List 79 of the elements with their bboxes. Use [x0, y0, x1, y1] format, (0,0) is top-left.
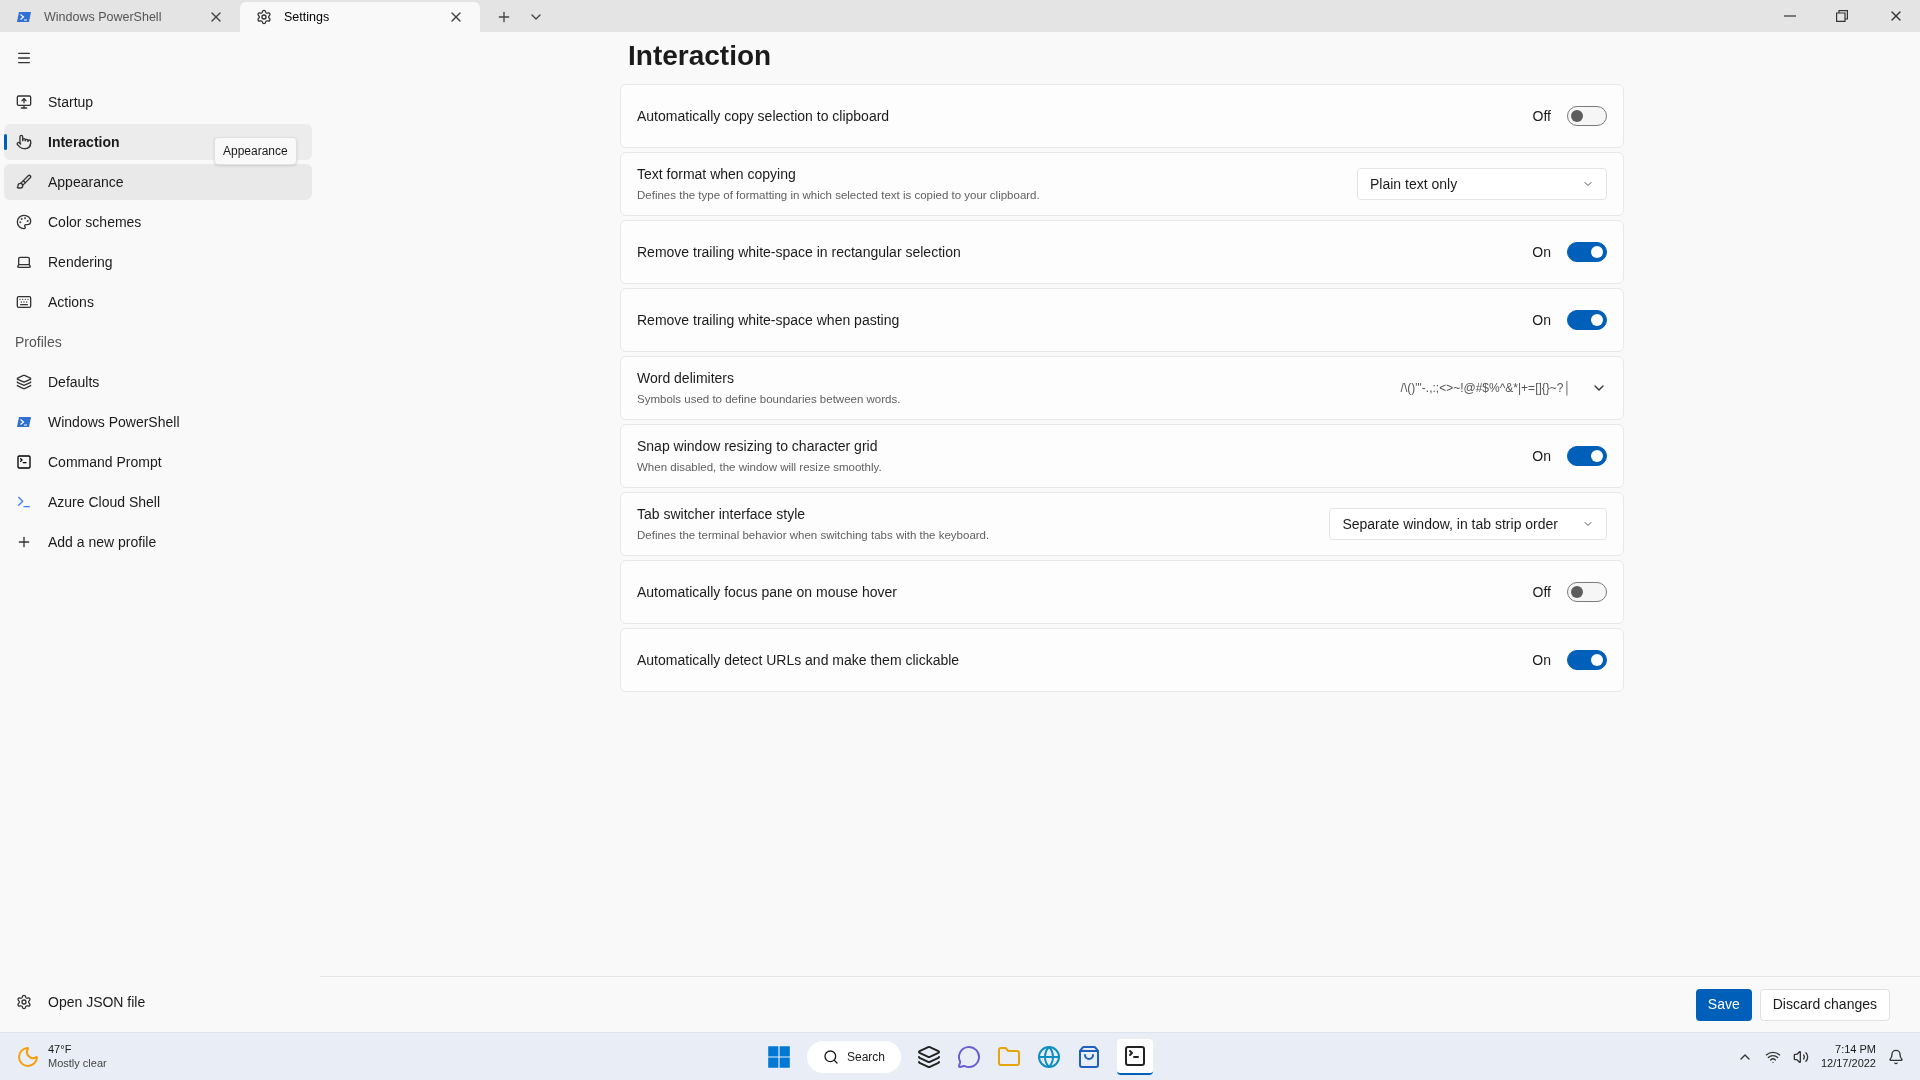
dropdown[interactable]: Plain text only	[1357, 168, 1607, 200]
discard-button[interactable]: Discard changes	[1759, 988, 1890, 1021]
toggle-state-label: Off	[1532, 106, 1551, 126]
new-tab-icon[interactable]	[496, 9, 512, 25]
toggle-switch[interactable]	[1567, 446, 1607, 466]
terminal-icon	[16, 454, 32, 470]
tooltip: Appearance	[214, 137, 297, 165]
nav-item[interactable]: Rendering	[4, 244, 312, 280]
windows-icon[interactable]	[767, 1044, 791, 1069]
setting-description: Symbols used to define boundaries between words.	[637, 391, 902, 407]
menu-icon[interactable]	[16, 50, 32, 66]
startup-icon	[16, 94, 32, 110]
nav-item[interactable]: Azure Cloud Shell	[4, 484, 312, 520]
toggle-switch[interactable]	[1567, 582, 1607, 602]
toggle-switch[interactable]	[1567, 242, 1607, 262]
nav-item[interactable]: Open JSON file	[4, 984, 312, 1020]
volume-icon[interactable]	[1792, 1048, 1809, 1065]
selection-indicator	[4, 134, 7, 150]
nav-item[interactable]: Defaults	[4, 364, 312, 400]
setting-label: Snap window resizing to character grid	[637, 436, 879, 456]
delimiter-value: /\()"'-.,:;<>~!@#$%^&*|+=[]{}~?│	[1400, 380, 1571, 397]
toggle-switch[interactable]	[1567, 310, 1607, 330]
terminal-icon	[16, 414, 32, 430]
setting-label: Remove trailing white-space in rectangular selection	[637, 242, 962, 262]
setting-label: Tab switcher interface style	[637, 504, 807, 524]
toggle-switch[interactable]	[1567, 650, 1607, 670]
toggle-state-label: On	[1532, 310, 1551, 330]
weather-condition: Mostly clear	[48, 1056, 107, 1071]
setting-label: Automatically copy selection to clipboard	[637, 106, 891, 126]
settings-icon	[256, 9, 272, 25]
restore-icon[interactable]	[1836, 10, 1848, 22]
toggle-state-label: Off	[1532, 582, 1551, 602]
pointer-icon	[16, 134, 32, 150]
clock-time: 7:14 PM	[1835, 1042, 1876, 1057]
terminal-icon	[16, 494, 32, 510]
setting-description: Defines the type of formatting in which selected text is copied to your clipboard.	[637, 187, 1041, 203]
brush-icon	[16, 174, 32, 190]
nav-item[interactable]: Actions	[4, 284, 312, 320]
setting-label: Word delimiters	[637, 368, 735, 388]
browser-icon[interactable]	[1037, 1044, 1061, 1069]
toggle-switch[interactable]	[1567, 106, 1607, 126]
layers-icon	[16, 374, 32, 390]
dropdown[interactable]: Separate window, in tab strip order	[1329, 508, 1607, 540]
section-heading: Profiles	[14, 332, 63, 352]
tab-title: Settings	[284, 8, 331, 26]
notification-icon[interactable]	[1888, 1048, 1904, 1065]
tab[interactable]: Settings	[240, 2, 480, 32]
chat-icon[interactable]	[957, 1044, 981, 1069]
toggle-state-label: On	[1532, 242, 1551, 262]
nav-item[interactable]: Command Prompt	[4, 444, 312, 480]
palette-icon	[16, 214, 32, 230]
laptop-icon	[16, 254, 32, 270]
terminal-icon	[16, 9, 32, 25]
weather-temperature: 47°F	[48, 1042, 73, 1057]
nav-item[interactable]: Color schemes	[4, 204, 312, 240]
nav-item[interactable]: Windows PowerShell	[4, 404, 312, 440]
search-icon	[823, 1048, 839, 1065]
setting-label: Automatically detect URLs and make them clickable	[637, 650, 961, 670]
page-title: Interaction	[627, 39, 773, 73]
toggle-state-label: On	[1532, 650, 1551, 670]
terminal-taskbar-icon[interactable]	[1117, 1038, 1153, 1075]
tab-title: Windows PowerShell	[44, 8, 163, 26]
setting-label: Remove trailing white-space when pasting	[637, 310, 901, 330]
search-button[interactable]: Search	[807, 1040, 901, 1073]
setting-label: Automatically focus pane on mouse hover	[637, 582, 898, 602]
nav-item[interactable]: Startup	[4, 84, 312, 120]
store-icon[interactable]	[1077, 1044, 1101, 1069]
settings-icon	[16, 994, 32, 1010]
toggle-state-label: On	[1532, 446, 1551, 466]
nav-item[interactable]: Appearance	[4, 164, 312, 200]
task-view-icon[interactable]	[917, 1044, 941, 1069]
save-button[interactable]: Save	[1695, 988, 1752, 1021]
setting-description: When disabled, the window will resize smoothly.	[637, 459, 883, 475]
keyboard-icon	[16, 294, 32, 310]
clock-date: 12/17/2022	[1820, 1056, 1876, 1071]
plus-icon	[16, 534, 32, 550]
setting-label: Text format when copying	[637, 164, 797, 184]
nav-item[interactable]: Add a new profile	[4, 524, 312, 560]
setting-description: Defines the terminal behavior when switching tabs with the keyboard.	[637, 527, 991, 543]
